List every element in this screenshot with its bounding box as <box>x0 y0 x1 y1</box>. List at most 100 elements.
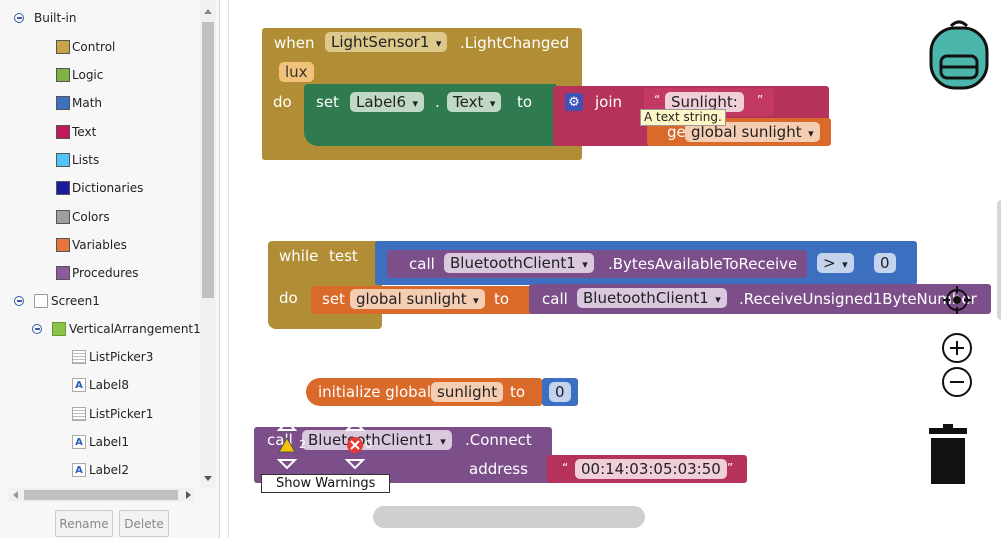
warning-count: 2 <box>299 438 306 451</box>
tree-vertical-scroll-thumb[interactable] <box>202 22 214 298</box>
category-colors[interactable]: Colors <box>56 206 110 228</box>
show-warnings-button[interactable]: Show Warnings <box>261 474 391 493</box>
category-dictionaries[interactable]: Dictionaries <box>56 177 143 199</box>
category-label: Text <box>72 125 97 139</box>
collapse-icon[interactable] <box>32 324 42 334</box>
delete-button[interactable]: Delete <box>119 510 169 537</box>
zoom-out-icon[interactable] <box>941 366 973 398</box>
tree-label8[interactable]: A Label8 <box>72 374 129 396</box>
trash-icon[interactable] <box>923 424 973 486</box>
category-math[interactable]: Math <box>56 92 102 114</box>
tree-listpicker3[interactable]: ListPicker3 <box>72 346 153 368</box>
category-logic[interactable]: Logic <box>56 64 103 86</box>
center-target-icon[interactable] <box>941 284 973 316</box>
workspace-horizontal-scrollbar[interactable] <box>373 506 645 528</box>
quote-open: “ <box>654 93 661 107</box>
blocks-tree: Built-in Control Logic Math Text Lists D… <box>0 0 204 488</box>
warning-arrows-icon[interactable] <box>273 420 373 472</box>
tree-horizontal-scroll-thumb[interactable] <box>24 490 178 500</box>
property-dropdown-text[interactable]: Text <box>447 92 502 112</box>
workspace-vertical-scrollbar[interactable] <box>997 200 1001 320</box>
component-dropdown-lightsensor[interactable]: LightSensor1 <box>325 32 448 52</box>
tree-builtin[interactable]: Built-in <box>14 7 76 29</box>
warnings-indicator[interactable]: 2 0 <box>273 420 373 472</box>
procedures-swatch-icon <box>56 266 70 280</box>
component-label: Label2 <box>89 463 130 477</box>
tree-screen-label: Screen1 <box>51 294 100 308</box>
component-label: Label8 <box>89 378 130 392</box>
category-label: Logic <box>72 68 104 82</box>
to-label: to <box>494 290 510 308</box>
set-label: set <box>322 290 345 308</box>
control-swatch-icon <box>56 40 70 54</box>
tree-listpicker1[interactable]: ListPicker1 <box>72 403 153 425</box>
to-label: to <box>517 93 533 111</box>
scroll-right-icon[interactable] <box>186 491 191 499</box>
component-label: ListPicker1 <box>89 407 154 421</box>
collapse-icon[interactable] <box>14 296 24 306</box>
join-label: join <box>595 93 623 111</box>
event-name-label: .LightChanged <box>460 34 570 52</box>
category-label: Dictionaries <box>72 181 144 195</box>
category-control[interactable]: Control <box>56 36 115 58</box>
address-label: address <box>469 460 528 478</box>
category-label: Colors <box>72 210 110 224</box>
category-label: Math <box>72 96 103 110</box>
lists-swatch-icon <box>56 153 70 167</box>
quote-close: ” <box>757 93 764 107</box>
call-label: call <box>409 255 435 273</box>
category-procedures[interactable]: Procedures <box>56 262 139 284</box>
tree-label1[interactable]: A Label1 <box>72 431 129 453</box>
do-label: do <box>273 93 292 111</box>
tree-vertical-arrangement[interactable]: VerticalArrangement1 <box>32 318 201 340</box>
text-swatch-icon <box>56 125 70 139</box>
component-label: Label1 <box>89 435 130 449</box>
zoom-in-icon[interactable] <box>941 332 973 364</box>
variable-dropdown-global-sunlight[interactable]: global sunlight <box>350 289 485 309</box>
category-text[interactable]: Text <box>56 121 96 143</box>
category-lists[interactable]: Lists <box>56 149 99 171</box>
quote-close: ” <box>727 461 734 475</box>
label-icon: A <box>72 435 86 449</box>
dot-label: . <box>435 93 440 111</box>
text-field-address[interactable]: 00:14:03:05:03:50 <box>575 459 727 479</box>
tree-label2[interactable]: A Label2 <box>72 459 129 481</box>
tooltip: A text string. <box>640 109 726 126</box>
component-dropdown-label6[interactable]: Label6 <box>350 92 425 112</box>
to-label: to <box>510 383 526 401</box>
category-variables[interactable]: Variables <box>56 234 127 256</box>
rename-button[interactable]: Rename <box>55 510 113 537</box>
variable-name-field[interactable]: sunlight <box>431 382 504 402</box>
colors-swatch-icon <box>56 210 70 224</box>
number-field-zero[interactable]: 0 <box>874 253 896 273</box>
when-label: when <box>274 34 315 52</box>
tree-builtin-label: Built-in <box>34 11 77 25</box>
dictionaries-swatch-icon <box>56 181 70 195</box>
label-icon: A <box>72 378 86 392</box>
component-dropdown-bluetooth[interactable]: BluetoothClient1 <box>577 288 727 308</box>
variables-swatch-icon <box>56 238 70 252</box>
scroll-left-icon[interactable] <box>13 491 18 499</box>
method-connect: .Connect <box>465 431 532 449</box>
scroll-down-icon[interactable] <box>204 476 212 481</box>
listpicker-icon <box>72 407 86 421</box>
blocks-workspace[interactable]: when LightSensor1 .LightChanged lux do s… <box>228 0 1001 538</box>
set-label: set <box>316 93 339 111</box>
mutator-gear-icon[interactable]: ⚙ <box>565 93 583 111</box>
number-field-zero[interactable]: 0 <box>549 382 571 402</box>
scroll-up-icon[interactable] <box>204 9 212 14</box>
tree-screen1[interactable]: Screen1 <box>14 290 100 312</box>
do-label: do <box>279 289 298 307</box>
initialize-global-label: initialize global <box>318 383 432 401</box>
operator-dropdown-gt[interactable]: > <box>817 253 854 273</box>
backpack-icon[interactable] <box>923 16 995 92</box>
label-icon: A <box>72 463 86 477</box>
component-dropdown-bluetooth[interactable]: BluetoothClient1 <box>444 253 594 273</box>
param-lux[interactable]: lux <box>279 62 314 82</box>
category-label: Control <box>72 40 116 54</box>
method-bytes-available: .BytesAvailableToReceive <box>608 255 798 273</box>
category-label: Variables <box>72 238 127 252</box>
math-swatch-icon <box>56 96 70 110</box>
collapse-icon[interactable] <box>14 13 24 23</box>
category-label: Procedures <box>72 266 139 280</box>
